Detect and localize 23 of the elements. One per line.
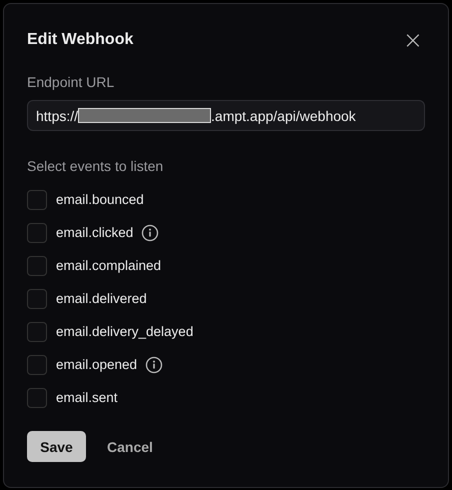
- checkbox[interactable]: [27, 388, 47, 408]
- checkbox[interactable]: [27, 322, 47, 342]
- event-label: email.opened: [56, 357, 138, 372]
- section-label: Select events to listen: [27, 158, 164, 174]
- checkbox[interactable]: [27, 288, 47, 308]
- close-button[interactable]: ×: [400, 30, 425, 50]
- dialog-title: Edit Webhook: [27, 31, 134, 49]
- checkbox[interactable]: [27, 256, 47, 276]
- info-icon[interactable]: [141, 224, 160, 242]
- save-button[interactable]: Save: [27, 431, 86, 462]
- checkbox[interactable]: [27, 190, 47, 210]
- checkbox[interactable]: [27, 222, 47, 242]
- event-label: email.complained: [56, 258, 162, 273]
- checkbox[interactable]: [27, 354, 47, 374]
- event-label: email.sent: [56, 390, 118, 405]
- event-label: email.clicked: [56, 225, 134, 240]
- info-icon[interactable]: [145, 356, 164, 374]
- event-label: email.delivered: [56, 291, 147, 306]
- cancel-button[interactable]: Cancel: [90, 438, 170, 454]
- event-label: email.bounced: [56, 192, 144, 207]
- url-field[interactable]: https:// .ampt.app/api/webhook: [27, 100, 425, 131]
- event-label: email.delivery_delayed: [56, 324, 194, 339]
- field-label: Endpoint URL: [27, 74, 114, 90]
